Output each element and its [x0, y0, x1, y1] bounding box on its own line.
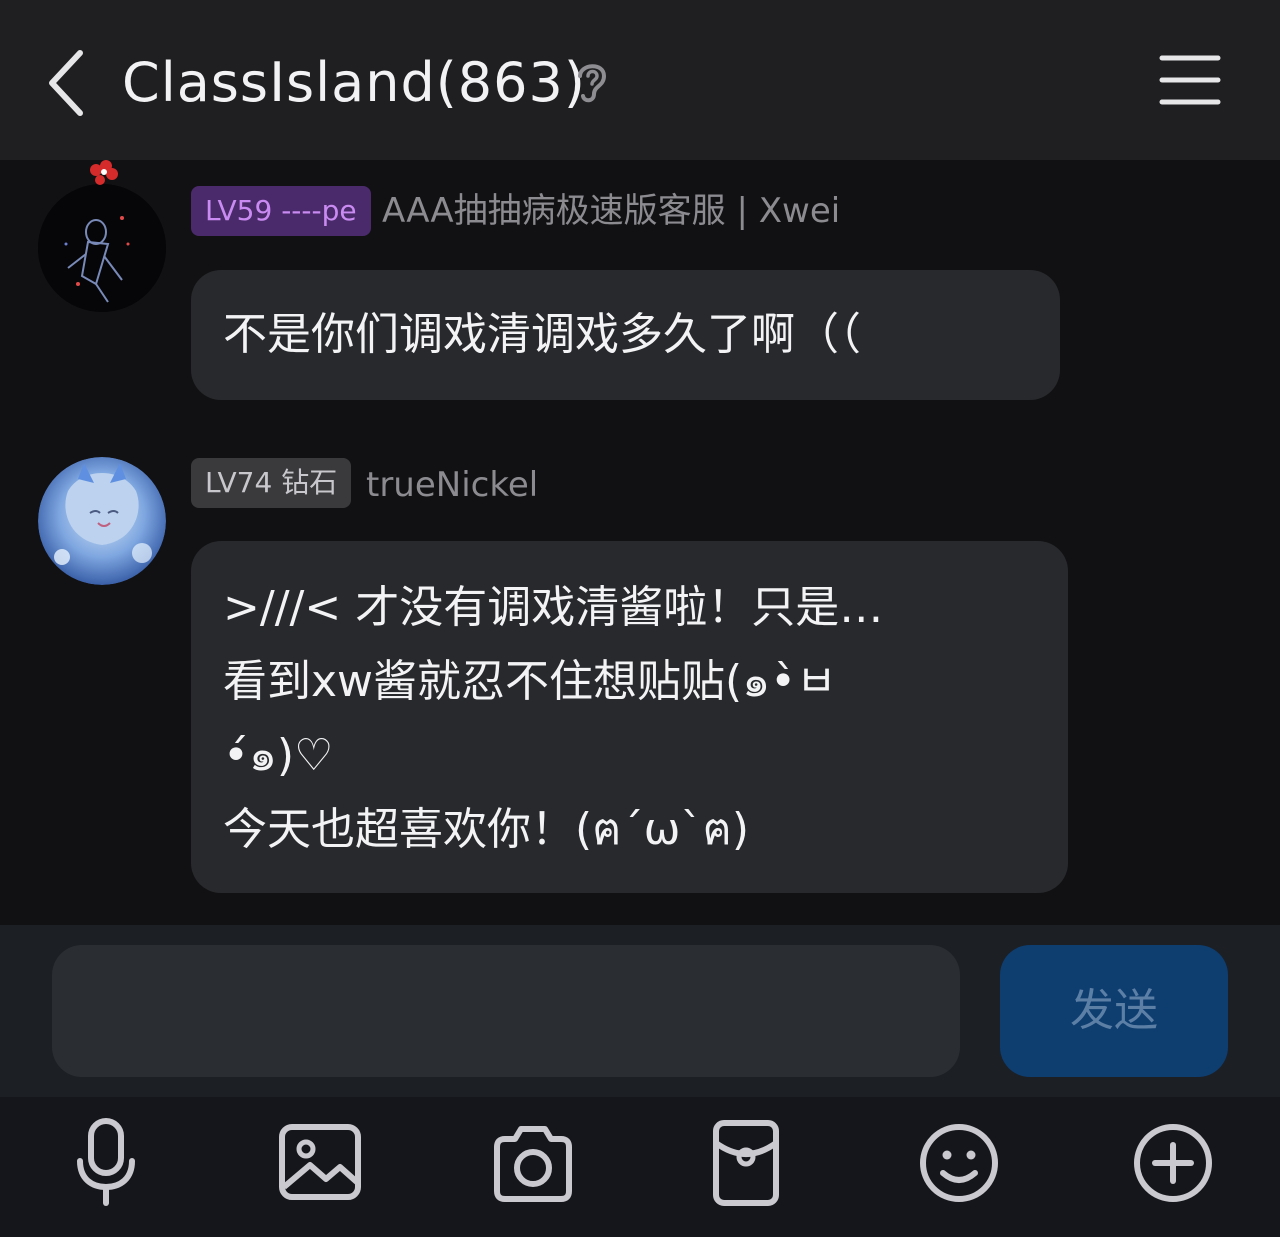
sender-name[interactable]: trueNickel: [366, 460, 538, 510]
microphone-icon: [77, 1118, 135, 1206]
emoji-button[interactable]: [909, 1113, 1009, 1213]
message-bubble[interactable]: 不是你们调戏清调戏多久了啊（（: [191, 270, 1060, 400]
message-text: 看到xw酱就忍不住想贴贴(๑•̀ㅂ: [223, 656, 837, 707]
image-icon: [279, 1124, 361, 1200]
chevron-left-icon: [49, 50, 83, 116]
title-bar: ClassIsland(863): [0, 0, 1280, 160]
microphone-button[interactable]: [56, 1113, 156, 1213]
message-text: >///< 才没有调戏清酱啦！只是…: [223, 582, 884, 633]
chat-title: ClassIsland(863): [122, 51, 586, 114]
red-packet-button[interactable]: [696, 1113, 796, 1213]
hamburger-menu-icon: [1159, 55, 1221, 105]
avatar[interactable]: [38, 184, 166, 312]
sender-name[interactable]: AAA抽抽病极速版客服 | Xwei: [382, 186, 840, 236]
level-badge: LV59 ----pe: [191, 186, 371, 236]
back-button[interactable]: [40, 45, 96, 121]
bottom-toolbar: [0, 1097, 1280, 1237]
flower-decoration-icon: [90, 160, 118, 185]
image-button[interactable]: [270, 1113, 370, 1213]
message-text: •́๑)♡: [223, 730, 334, 781]
message-text: 不是你们调戏清调戏多久了啊（（: [223, 309, 861, 360]
menu-button[interactable]: [1156, 52, 1224, 108]
message-list[interactable]: LV59 ----pe AAA抽抽病极速版客服 | Xwei 不是你们调戏清调戏…: [0, 160, 1280, 925]
camera-button[interactable]: [483, 1113, 583, 1213]
message-bubble[interactable]: >///< 才没有调戏清酱啦！只是… 看到xw酱就忍不住想贴贴(๑•̀ㅂ •́๑…: [191, 541, 1068, 893]
level-badge: LV74 钻石: [191, 458, 352, 508]
send-button[interactable]: 发送: [1000, 945, 1228, 1077]
more-button[interactable]: [1123, 1113, 1223, 1213]
composer-bar: 发送: [0, 925, 1280, 1097]
message-input[interactable]: [52, 945, 960, 1077]
message-text: 今天也超喜欢你！(ฅ´ω`ฅ): [223, 804, 750, 855]
ear-icon[interactable]: [570, 56, 614, 106]
avatar[interactable]: [38, 457, 166, 585]
plus-icon: [1134, 1124, 1212, 1202]
emoji-icon: [920, 1124, 998, 1202]
camera-icon: [494, 1126, 572, 1202]
red-packet-icon: [713, 1120, 779, 1206]
